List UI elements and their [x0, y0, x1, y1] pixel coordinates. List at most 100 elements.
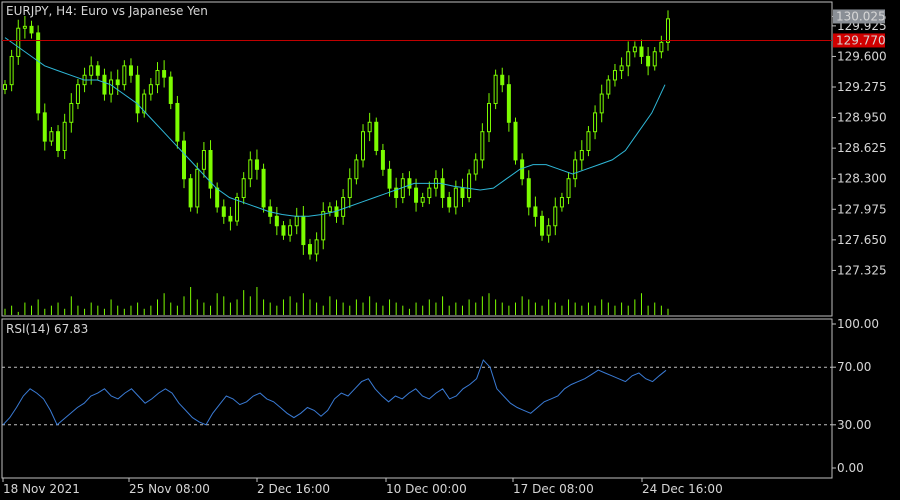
candle-body — [546, 225, 551, 236]
rsi-tick-label: 0.00 — [837, 461, 864, 475]
candle-body — [467, 173, 472, 199]
candle-body — [407, 178, 412, 189]
price-tick-label: 128.300 — [837, 172, 887, 186]
candle-body — [460, 187, 465, 199]
price-badge-label: 129.770 — [836, 33, 886, 47]
candle-body — [566, 178, 571, 199]
candle-body — [148, 84, 153, 95]
candle-body — [533, 206, 538, 217]
candle-body — [135, 74, 140, 114]
candle-body — [122, 65, 127, 86]
candle-body — [128, 65, 133, 76]
candle-body — [619, 65, 624, 72]
price-axis: 130.025129.925129.600129.275128.950128.6… — [832, 9, 887, 277]
candle-body — [599, 93, 604, 114]
candle-body — [254, 159, 259, 170]
candle-body — [3, 84, 7, 90]
price-badge-label: 130.025 — [836, 9, 886, 23]
candle-body — [9, 55, 14, 86]
time-tick-label: 10 Dec 00:00 — [386, 482, 467, 496]
candle-body — [201, 150, 206, 170]
candle-body — [314, 239, 319, 255]
candle-body — [414, 187, 419, 203]
candle-body — [22, 25, 27, 29]
candle-body — [420, 197, 425, 203]
candle-body — [182, 140, 187, 180]
candle-body — [540, 215, 545, 236]
price-tick-label: 127.975 — [837, 202, 887, 216]
candle-body — [228, 215, 233, 222]
candle-body — [195, 168, 200, 208]
candle-body — [427, 187, 432, 199]
candle-body — [447, 197, 452, 208]
chart-canvas: 130.025129.925129.600129.275128.950128.6… — [0, 0, 900, 500]
candle-body — [586, 131, 591, 152]
candle-body — [347, 178, 352, 199]
price-tick-label: 127.325 — [837, 263, 887, 277]
time-tick-label: 24 Dec 16:00 — [642, 482, 723, 496]
candle-body — [221, 206, 226, 217]
candle-body — [75, 84, 80, 104]
candle-body — [354, 159, 359, 180]
candle-body — [652, 51, 657, 67]
candle-body — [341, 197, 346, 217]
candle-body — [506, 84, 511, 123]
candle-body — [69, 102, 74, 123]
candle-body — [646, 55, 651, 67]
candle-body — [162, 70, 167, 78]
candle-body — [374, 121, 379, 152]
time-tick-label: 2 Dec 16:00 — [257, 482, 330, 496]
candle-body — [632, 46, 637, 53]
candle-body — [559, 197, 564, 208]
candle-body — [387, 168, 392, 189]
candle-body — [294, 215, 299, 227]
candle-body — [102, 74, 107, 95]
price-tick-label: 127.650 — [837, 233, 887, 247]
time-tick-label: 25 Nov 08:00 — [129, 482, 210, 496]
price-tick-label: 129.600 — [837, 49, 887, 63]
rsi-tick-label: 100.00 — [837, 317, 879, 331]
candle-body — [307, 244, 312, 255]
candle-body — [500, 74, 505, 86]
candle-body — [659, 41, 664, 53]
candle-body — [579, 150, 584, 161]
candle-body — [612, 70, 617, 81]
candle-body — [29, 25, 34, 34]
candle-body — [62, 121, 67, 152]
candle-body — [513, 121, 518, 161]
candle-body — [49, 131, 54, 142]
candle-body — [56, 131, 61, 152]
candle-body — [215, 187, 220, 208]
rsi-title: RSI(14) 67.83 — [6, 322, 88, 336]
candle-body — [168, 76, 173, 104]
candle-body — [440, 178, 445, 199]
time-tick-label: 17 Dec 08:00 — [513, 482, 594, 496]
candle-body — [281, 225, 286, 236]
chart-title: EURJPY, H4: Euro vs Japanese Yen — [6, 4, 208, 18]
candle-body — [89, 65, 94, 76]
candle-body — [175, 102, 180, 142]
candle-body — [115, 79, 120, 86]
candle-body — [261, 168, 266, 208]
price-tick-label: 129.275 — [837, 80, 887, 94]
price-tick-label: 128.950 — [837, 111, 887, 125]
candle-body — [606, 79, 611, 95]
candle-body — [16, 27, 21, 57]
candle-body — [109, 79, 114, 95]
candle-body — [639, 46, 644, 57]
candle-body — [36, 32, 41, 114]
candle-body — [301, 215, 306, 246]
candle-body — [95, 65, 100, 76]
time-tick-label: 18 Nov 2021 — [3, 482, 80, 496]
candle-body — [573, 159, 578, 180]
candle-body — [473, 159, 478, 175]
rsi-tick-label: 70.00 — [837, 360, 871, 374]
candle-body — [486, 102, 491, 133]
candle-body — [553, 206, 558, 227]
candle-body — [626, 51, 631, 67]
candle-body — [274, 215, 279, 227]
candle-body — [361, 131, 366, 161]
candle-body — [241, 178, 246, 199]
price-tick-label: 128.625 — [837, 141, 887, 155]
candle-body — [327, 206, 332, 213]
